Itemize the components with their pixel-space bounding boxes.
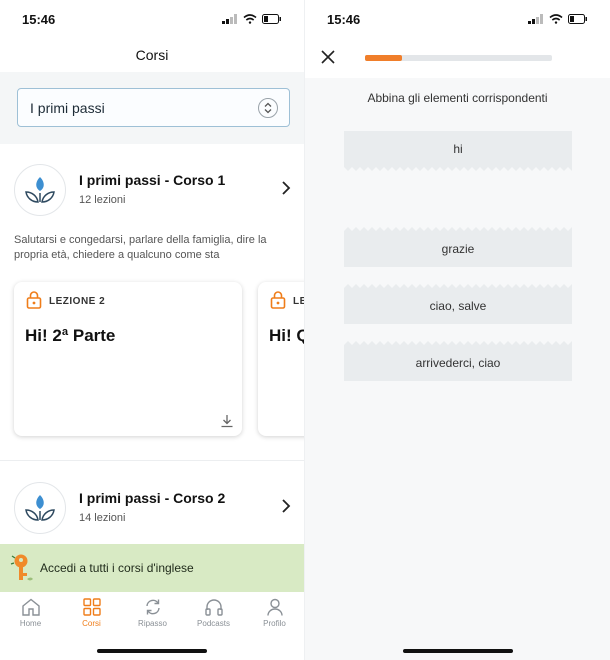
- status-bar: 15:46: [0, 0, 304, 38]
- match-item-text: ciao, salve: [429, 299, 487, 313]
- course-item-1[interactable]: I primi passi - Corso 1 12 lezioni: [0, 164, 304, 224]
- home-icon: [21, 598, 40, 616]
- match-item-text: grazie: [441, 242, 475, 256]
- lock-icon: [270, 291, 286, 309]
- tab-profile[interactable]: Profilo: [244, 592, 304, 640]
- home-indicator: [97, 649, 207, 653]
- repeat-icon: [145, 599, 160, 615]
- battery-icon: [568, 14, 587, 24]
- signal-icon: [528, 14, 543, 24]
- lesson-progress-bar: [365, 55, 552, 61]
- tab-label: Ripasso: [138, 619, 167, 628]
- course-title: I primi passi - Corso 1: [79, 172, 226, 188]
- match-item[interactable]: ciao, salve: [344, 284, 572, 324]
- tab-podcasts[interactable]: Podcasts: [183, 592, 244, 640]
- signal-icon: [222, 14, 237, 24]
- tab-review[interactable]: Ripasso: [122, 592, 183, 640]
- tab-courses[interactable]: Corsi: [61, 592, 122, 640]
- lesson-card[interactable]: LEZIONE 2 Hi! 2ª Parte: [14, 282, 242, 436]
- courses-screen: 15:46 Corsi I primi passi I primi passi …: [0, 0, 305, 660]
- torn-edge: [344, 284, 572, 288]
- download-icon[interactable]: [220, 414, 234, 428]
- chevron-right-icon: [282, 499, 291, 513]
- grid-icon: [82, 598, 101, 616]
- tab-label: Profilo: [263, 619, 286, 628]
- tab-label: Podcasts: [197, 619, 230, 628]
- wifi-icon: [243, 14, 257, 24]
- key-icon: [10, 554, 33, 581]
- course-selector[interactable]: I primi passi: [17, 88, 290, 127]
- tab-bar: Home Corsi Ripasso Podcasts Profilo: [0, 592, 304, 640]
- course-title: I primi passi - Corso 2: [79, 490, 226, 506]
- course-logo-icon: [14, 482, 66, 534]
- course-item-2[interactable]: I primi passi - Corso 2 14 lezioni: [0, 482, 304, 542]
- lesson-progress-fill: [365, 55, 403, 61]
- user-icon: [266, 598, 283, 616]
- course-description: Salutarsi e congedarsi, parlare della fa…: [14, 234, 267, 261]
- course-lesson-count: 12 lezioni: [79, 194, 126, 206]
- page-title: Corsi: [135, 47, 169, 63]
- match-item[interactable]: arrivederci, ciao: [344, 341, 572, 381]
- lock-icon: [26, 291, 42, 309]
- torn-edge: [344, 227, 572, 231]
- status-time: 15:46: [327, 11, 361, 27]
- promo-banner[interactable]: Accedi a tutti i corsi d'inglese: [0, 544, 304, 592]
- headphones-icon: [204, 599, 223, 616]
- tab-label: Home: [19, 619, 42, 628]
- tab-home[interactable]: Home: [0, 592, 61, 640]
- promo-text: Accedi a tutti i corsi d'inglese: [40, 561, 194, 575]
- status-bar: 15:46: [305, 0, 610, 38]
- status-time: 15:46: [22, 11, 56, 27]
- lesson-card[interactable]: LEZIONE 3 Hi! Qu: [258, 282, 304, 436]
- course-lesson-count: 14 lezioni: [79, 512, 126, 524]
- torn-edge: [344, 341, 572, 345]
- match-item[interactable]: hi: [344, 131, 572, 171]
- exercise-instruction: Abbina gli elementi corrispondenti: [367, 91, 548, 105]
- course-logo-icon: [14, 164, 66, 216]
- divider: [0, 460, 304, 461]
- status-icons: [528, 14, 588, 24]
- lesson-number: LEZIONE 3: [293, 296, 304, 307]
- chevron-right-icon: [282, 181, 291, 195]
- tab-label: Corsi: [82, 619, 101, 628]
- lesson-title: Hi! 2ª Parte: [25, 326, 116, 345]
- wifi-icon: [549, 14, 563, 24]
- home-indicator: [402, 649, 513, 653]
- match-item-text: arrivederci, ciao: [415, 356, 501, 370]
- battery-icon: [262, 14, 281, 24]
- match-item[interactable]: grazie: [344, 227, 572, 267]
- close-icon[interactable]: [319, 48, 337, 66]
- course-selector-value: I primi passi: [30, 99, 105, 116]
- chevron-updown-icon: [258, 98, 278, 118]
- status-icons: [222, 14, 282, 24]
- lesson-title: Hi! Qu: [269, 326, 304, 345]
- torn-edge: [344, 167, 572, 171]
- exercise-screen: 15:46 Abbina gli elementi corrispondenti…: [305, 0, 610, 660]
- lesson-number: LEZIONE 2: [49, 296, 106, 307]
- match-item-text: hi: [453, 142, 463, 156]
